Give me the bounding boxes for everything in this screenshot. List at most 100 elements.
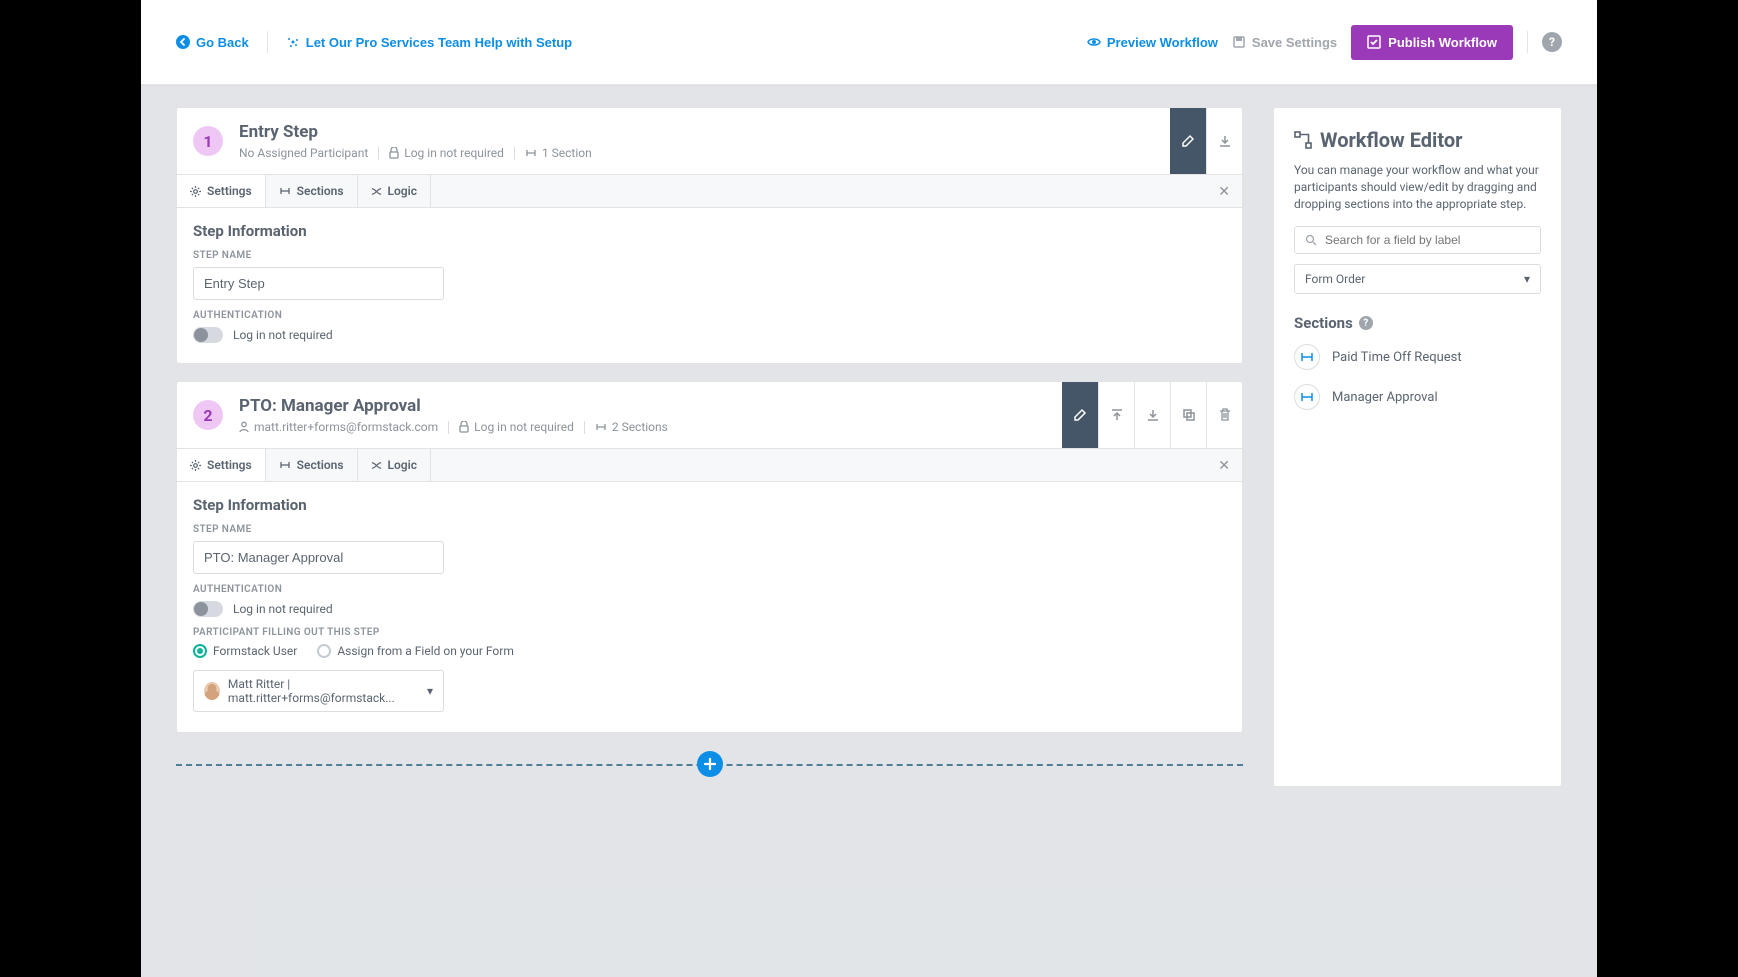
pro-services-label: Let Our Pro Services Team Help with Setu… [306,35,572,50]
tab-settings[interactable]: Settings [177,449,266,481]
step-tabs: Settings Sections Logic ✕ [177,174,1242,207]
insert-below-icon [1145,407,1161,423]
auth-label: AUTHENTICATION [193,584,1226,595]
check-icon [1367,35,1381,49]
workflow-icon [1294,131,1312,149]
back-arrow-icon [176,35,190,49]
section-item[interactable]: Manager Approval [1294,384,1541,410]
auth-toggle[interactable] [193,601,223,617]
tab-settings[interactable]: Settings [177,175,266,207]
radio-label: Assign from a Field on your Form [337,644,514,658]
section-count: 2 Sections [612,420,668,434]
help-icon[interactable]: ? [1359,316,1373,330]
sections-heading-text: Sections [1294,314,1353,332]
go-back-button[interactable]: Go Back [176,35,249,50]
lock-icon [459,421,469,433]
step-title: PTO: Manager Approval [239,396,668,416]
participant-label: PARTICIPANT FILLING OUT THIS STEP [193,627,1226,638]
step-tabs: Settings Sections Logic ✕ [177,448,1242,481]
close-panel-button[interactable]: ✕ [1218,184,1230,200]
tab-logic[interactable]: Logic [358,175,431,207]
auth-toggle-label: Log in not required [233,602,333,616]
section-item-label: Paid Time Off Request [1332,350,1462,365]
side-description: You can manage your workflow and what yo… [1294,162,1541,212]
tab-label: Logic [388,184,417,198]
delete-step-button[interactable] [1206,382,1242,448]
publish-label: Publish Workflow [1388,35,1497,50]
pencil-icon [1072,407,1088,423]
section-icon [595,422,607,432]
add-step-divider [176,750,1243,778]
close-panel-button[interactable]: ✕ [1218,458,1230,474]
step-header: 1 Entry Step No Assigned Participant Log… [177,108,1242,174]
trash-icon [1217,407,1233,423]
step-name-label: STEP NAME [193,524,1226,535]
auth-toggle[interactable] [193,327,223,343]
auth-label: AUTHENTICATION [193,310,1226,321]
tab-sections[interactable]: Sections [266,175,358,207]
step-number-badge: 1 [193,126,223,156]
section-icon [1294,384,1320,410]
copy-icon [1181,407,1197,423]
step-name-input[interactable] [193,267,444,300]
radio-assign-field[interactable]: Assign from a Field on your Form [317,644,514,658]
search-icon [1305,234,1317,246]
chevron-down-icon: ▾ [427,684,433,698]
tab-label: Logic [388,458,417,472]
tab-label: Settings [207,458,252,472]
tab-sections[interactable]: Sections [266,449,358,481]
divider [1527,31,1528,53]
workflow-editor-panel: Workflow Editor You can manage your work… [1273,107,1562,787]
pro-services-button[interactable]: Let Our Pro Services Team Help with Setu… [286,35,572,50]
top-toolbar: Go Back Let Our Pro Services Team Help w… [141,0,1597,85]
edit-step-button[interactable] [1062,382,1098,448]
tab-label: Sections [297,184,344,198]
tab-logic[interactable]: Logic [358,449,431,481]
save-label: Save Settings [1252,35,1337,50]
radio-formstack-user[interactable]: Formstack User [193,644,297,658]
section-item[interactable]: Paid Time Off Request [1294,344,1541,370]
save-settings-button[interactable]: Save Settings [1232,35,1337,50]
step-number-badge: 2 [193,400,223,430]
help-button[interactable]: ? [1542,32,1562,52]
avatar [204,682,220,700]
lock-icon [389,147,399,159]
insert-below-button[interactable] [1206,108,1242,174]
order-select[interactable]: Form Order ▾ [1294,264,1541,294]
duplicate-step-button[interactable] [1170,382,1206,448]
radio-label: Formstack User [213,644,297,658]
tab-label: Settings [207,184,252,198]
go-back-label: Go Back [196,35,249,50]
gear-icon [190,460,201,471]
selected-user-label: Matt Ritter | matt.ritter+forms@formstac… [228,677,433,705]
section-icon [279,186,291,196]
publish-workflow-button[interactable]: Publish Workflow [1351,25,1513,60]
edit-step-button[interactable] [1170,108,1206,174]
panel-heading: Step Information [193,222,1226,240]
section-icon [279,460,291,470]
insert-below-button[interactable] [1134,382,1170,448]
step-card-1: 1 Entry Step No Assigned Participant Log… [176,107,1243,364]
insert-above-button[interactable] [1098,382,1134,448]
preview-label: Preview Workflow [1107,35,1218,50]
section-icon [1294,344,1320,370]
auth-text: Log in not required [404,146,504,160]
search-input[interactable] [1325,233,1530,247]
gear-icon [190,186,201,197]
field-search[interactable] [1294,226,1541,254]
step-panel-body: Step Information STEP NAME AUTHENTICATIO… [177,481,1242,732]
save-icon [1232,35,1246,49]
person-icon [239,421,249,433]
add-step-button[interactable] [697,751,723,777]
step-header: 2 PTO: Manager Approval matt.ritter+form… [177,382,1242,448]
preview-workflow-button[interactable]: Preview Workflow [1087,35,1218,50]
step-card-2: 2 PTO: Manager Approval matt.ritter+form… [176,381,1243,733]
insert-above-icon [1109,407,1125,423]
participant-select[interactable]: Matt Ritter | matt.ritter+forms@formstac… [193,670,444,712]
section-count: 1 Section [542,146,592,160]
pencil-icon [1180,133,1196,149]
participant-label: No Assigned Participant [239,146,368,160]
step-name-input[interactable] [193,541,444,574]
sections-heading: Sections ? [1294,314,1541,332]
chevron-down-icon: ▾ [1524,272,1530,286]
